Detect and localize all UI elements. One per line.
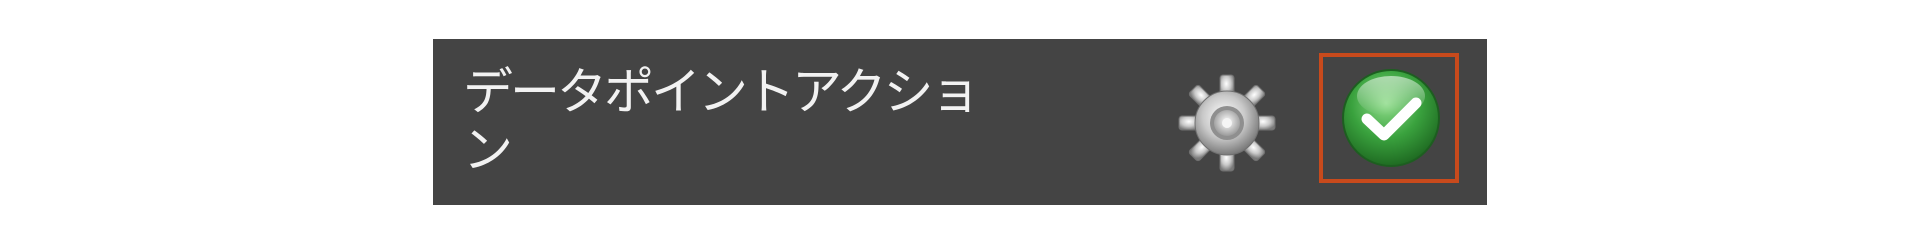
gear-icon	[1178, 74, 1276, 172]
checkmark-icon	[1342, 69, 1440, 167]
panel-title: データポイントアクション	[463, 63, 981, 179]
data-point-action-header: データポイントアクション	[433, 39, 1487, 205]
settings-button[interactable]	[1175, 71, 1279, 175]
confirm-button[interactable]	[1339, 66, 1443, 170]
confirm-button-highlight[interactable]	[1319, 53, 1459, 183]
